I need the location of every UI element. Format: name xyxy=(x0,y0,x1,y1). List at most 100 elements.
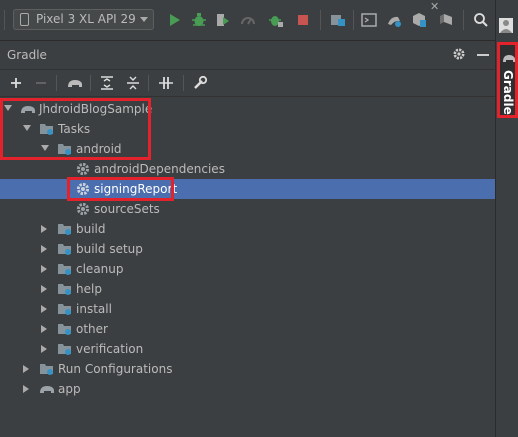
gradle-elephant-icon xyxy=(502,52,516,67)
tree-row-group[interactable]: build xyxy=(0,219,495,239)
gradle-panel-header: Gradle xyxy=(0,41,495,70)
tree-item-label: help xyxy=(76,282,102,296)
add-icon[interactable] xyxy=(8,75,24,91)
tree-row-module[interactable]: app xyxy=(0,379,495,399)
search-icon[interactable] xyxy=(473,12,489,28)
tree-item-label: cleanup xyxy=(76,262,124,276)
toolbar-separator xyxy=(90,75,91,91)
expand-all-icon[interactable] xyxy=(99,75,115,91)
tree-item-label: build setup xyxy=(76,242,143,256)
toggle-offline-icon[interactable] xyxy=(158,75,174,91)
gradle-panel-toolbar xyxy=(0,70,495,97)
tree-item-label: install xyxy=(76,302,112,316)
attach-debugger-icon[interactable] xyxy=(268,12,284,28)
folder-gear-icon xyxy=(57,241,73,257)
tree-item-label: sourceSets xyxy=(94,202,160,216)
gradle-side-tab-label: Gradle xyxy=(501,70,515,115)
layout-inspector-icon[interactable] xyxy=(438,12,454,28)
project-structure-icon[interactable] xyxy=(330,12,346,28)
expand-arrow-icon[interactable] xyxy=(41,325,47,333)
expand-arrow-icon[interactable] xyxy=(41,285,47,293)
coverage-icon[interactable] xyxy=(215,12,231,28)
terminal-icon[interactable] xyxy=(361,12,377,28)
tree-item-label: other xyxy=(76,322,108,336)
hide-panel-button[interactable] xyxy=(477,54,489,56)
device-selector-label: Pixel 3 XL API 29 xyxy=(36,12,136,26)
tree-row-group[interactable]: verification xyxy=(0,339,495,359)
expand-arrow-icon[interactable] xyxy=(41,265,47,273)
gradle-task-tree: JhdroidBlogSample Tasks android androidD… xyxy=(0,97,495,437)
run-icon[interactable] xyxy=(167,12,183,28)
collapse-all-icon[interactable] xyxy=(125,75,141,91)
expand-arrow-icon[interactable] xyxy=(41,225,47,233)
folder-gear-icon xyxy=(39,361,55,377)
tree-item-label: Tasks xyxy=(58,122,91,136)
toolbar-separator xyxy=(148,75,149,91)
tree-row-project[interactable]: JhdroidBlogSample xyxy=(0,99,495,119)
toolbar-separator xyxy=(320,10,321,30)
tree-row-run-configurations[interactable]: Run Configurations xyxy=(0,359,495,379)
main-toolbar: Pixel 3 XL API 29 ✕ xyxy=(0,0,495,41)
expand-arrow-icon[interactable] xyxy=(41,245,47,253)
expand-arrow-icon[interactable] xyxy=(23,385,29,393)
gradle-elephant-icon[interactable] xyxy=(66,75,82,91)
tree-row-android[interactable]: android xyxy=(0,139,495,159)
expand-arrow-icon[interactable] xyxy=(41,145,49,151)
tree-row-task[interactable]: sourceSets xyxy=(0,199,495,219)
tree-item-label: verification xyxy=(76,342,144,356)
avd-manager-icon[interactable] xyxy=(386,12,402,28)
gear-icon xyxy=(75,161,91,177)
sdk-manager-icon[interactable] xyxy=(411,12,427,28)
tree-item-label: androidDependencies xyxy=(94,162,225,176)
toolbar-separator xyxy=(183,75,184,91)
tree-row-task[interactable]: androidDependencies xyxy=(0,159,495,179)
window-close-icon[interactable]: ✕ xyxy=(430,0,439,13)
gradle-elephant-icon xyxy=(20,101,36,117)
tree-row-tasks[interactable]: Tasks xyxy=(0,119,495,139)
device-selector[interactable]: Pixel 3 XL API 29 xyxy=(13,9,154,30)
stop-icon[interactable] xyxy=(295,12,311,28)
panel-title: Gradle xyxy=(7,48,47,62)
profiler-icon[interactable] xyxy=(240,12,256,28)
expand-arrow-icon[interactable] xyxy=(23,125,31,131)
folder-gear-icon xyxy=(57,141,73,157)
tree-row-group[interactable]: install xyxy=(0,299,495,319)
gear-icon xyxy=(75,201,91,217)
tree-row-group[interactable]: cleanup xyxy=(0,259,495,279)
toolbar-separator xyxy=(4,10,5,30)
toolbar-separator xyxy=(463,10,464,30)
tree-item-label: Run Configurations xyxy=(58,362,173,376)
gradle-elephant-icon xyxy=(39,381,55,397)
folder-gear-icon xyxy=(57,261,73,277)
folder-gear-icon xyxy=(57,341,73,357)
expand-arrow-icon[interactable] xyxy=(41,345,47,353)
user-avatar-icon[interactable] xyxy=(499,18,513,33)
chevron-down-icon xyxy=(140,17,148,22)
folder-gear-icon xyxy=(57,221,73,237)
tree-item-label: app xyxy=(58,382,81,396)
folder-gear-icon xyxy=(39,121,55,137)
tree-item-label: JhdroidBlogSample xyxy=(39,102,153,116)
tree-item-label: android xyxy=(76,142,122,156)
gradle-side-tab[interactable]: Gradle xyxy=(499,44,518,116)
debug-icon[interactable] xyxy=(191,12,207,28)
folder-gear-icon xyxy=(57,281,73,297)
tree-item-label: build xyxy=(76,222,106,236)
toolbar-separator xyxy=(56,75,57,91)
remove-icon[interactable] xyxy=(33,75,49,91)
tree-row-group[interactable]: help xyxy=(0,279,495,299)
folder-gear-icon xyxy=(57,301,73,317)
wrench-icon[interactable] xyxy=(192,75,208,91)
tree-row-group[interactable]: build setup xyxy=(0,239,495,259)
expand-arrow-icon[interactable] xyxy=(41,305,47,313)
gear-icon[interactable] xyxy=(452,47,466,64)
toolbar-separator xyxy=(353,10,354,30)
gear-icon xyxy=(75,181,91,197)
expand-arrow-icon[interactable] xyxy=(4,105,12,111)
phone-icon xyxy=(20,13,29,26)
tree-row-group[interactable]: other xyxy=(0,319,495,339)
tree-item-label: signingReport xyxy=(94,182,178,196)
expand-arrow-icon[interactable] xyxy=(23,365,29,373)
folder-gear-icon xyxy=(57,321,73,337)
tree-row-task-selected[interactable]: signingReport xyxy=(0,179,495,199)
